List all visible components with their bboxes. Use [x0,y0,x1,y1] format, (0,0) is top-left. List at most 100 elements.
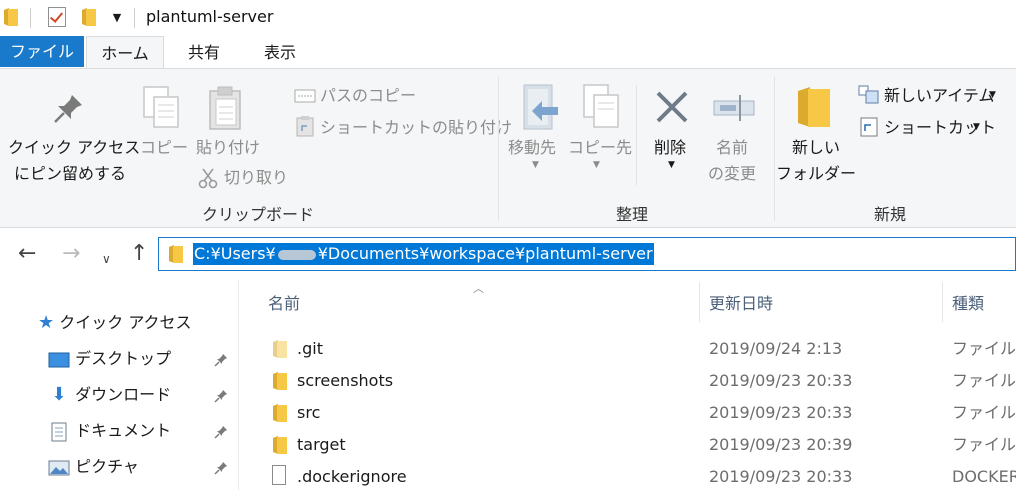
nav-documents[interactable]: ドキュメント [48,416,171,446]
nav-quick-access[interactable]: ★ クイック アクセス [38,308,192,338]
table-row[interactable]: src 2019/09/23 20:33 ファイル フ [239,397,1016,429]
new-folder-icon[interactable] [82,8,96,26]
delete-icon [656,91,688,123]
folder-icon [169,245,183,263]
rename-label-line2: の変更 [708,164,757,183]
scissors-icon [198,168,218,189]
table-row[interactable]: target 2019/09/23 20:39 ファイル フ [239,429,1016,461]
navigation-pane: ★ クイック アクセス デスクトップ ⬇ ダウンロード ドキュメント ピクチャ [0,280,238,490]
file-date: 2019/09/24 2:13 [709,339,843,358]
separator [134,8,135,28]
shortcut-icon [860,117,878,137]
column-header-name[interactable]: 名前 [268,290,300,314]
tab-view[interactable]: 表示 [250,36,310,69]
dropdown-arrow-icon: ▼ [593,160,600,170]
column-header-type[interactable]: 種類 [952,290,984,314]
rename-label-line1: 名前 [716,138,749,157]
dropdown-arrow-icon: ▼ [989,90,996,100]
copy-label: コピー [140,138,189,157]
dropdown-arrow-icon: ▼ [668,160,675,170]
paste-label: 貼り付け [196,138,261,157]
nav-pictures-label: ピクチャ [75,457,139,476]
column-separator[interactable] [942,282,943,322]
redacted-username [277,249,316,260]
recent-locations-chevron-icon[interactable]: ∨ [102,248,111,270]
address-suffix: ¥Documents¥workspace¥plantuml-server [317,244,653,263]
copy-path-label: パスのコピー [320,86,417,105]
copy-to-label: コピー先 [568,138,633,157]
documents-icon [51,422,67,441]
copy-icon [143,86,179,128]
pin-icon [54,95,82,123]
nav-downloads[interactable]: ⬇ ダウンロード [48,380,171,410]
nav-desktop[interactable]: デスクトップ [48,344,171,374]
nav-quick-access-label: クイック アクセス [59,313,192,332]
dropdown-arrow-icon: ▼ [973,122,980,132]
title-bar: ▼ plantuml-server [0,0,1016,36]
address-bar[interactable]: C:¥Users¥ ¥Documents¥workspace¥plantuml-s… [158,237,1016,271]
separator [636,85,637,185]
pin-icon[interactable] [214,353,228,367]
table-row[interactable]: screenshots 2019/09/23 20:33 ファイル フ [239,365,1016,397]
column-header-date[interactable]: 更新日時 [709,290,773,314]
file-name: screenshots [297,371,394,390]
move-to-icon [523,84,558,130]
sort-ascending-icon: ︿ [473,282,484,295]
clipboard-group-label: クリップボード [202,205,315,224]
cut-label: 切り取り [224,168,289,187]
desktop-icon [48,352,70,367]
file-icon [272,465,286,485]
star-icon: ★ [38,312,55,333]
file-name: .git [297,339,323,358]
forward-arrow-icon[interactable]: → [62,243,80,265]
tab-file[interactable]: ファイル [0,36,84,67]
back-arrow-icon[interactable]: ← [18,243,36,265]
paste-shortcut-icon [296,116,314,137]
pictures-icon [48,460,70,475]
folder-icon [273,372,287,390]
dropdown-arrow-icon: ▼ [532,160,539,170]
new-folder-label-line1: 新しい [791,138,840,157]
nav-downloads-label: ダウンロード [75,385,172,404]
folder-icon[interactable] [4,8,18,26]
folder-icon [273,436,287,454]
pin-icon[interactable] [214,461,228,475]
address-path[interactable]: C:¥Users¥ ¥Documents¥workspace¥plantuml-s… [193,243,654,265]
separator [30,8,31,28]
properties-icon[interactable] [48,7,66,27]
new-folder-label-line2: フォルダー [776,164,857,183]
file-name: .dockerignore [297,467,407,486]
ribbon-tabs: ファイル ホーム 共有 表示 [0,36,1016,69]
file-type: ファイル フ [952,403,1016,422]
ribbon: クイック アクセス にピン留めする コピー 貼り付け パスのコピー ショートカッ… [0,68,1016,228]
copy-to-icon [583,84,619,128]
organize-group-label: 整理 [616,205,649,224]
address-prefix: C:¥Users¥ [194,244,276,263]
up-arrow-icon[interactable]: ↑ [130,243,148,265]
table-row[interactable]: .git 2019/09/24 2:13 ファイル フ [239,333,1016,365]
new-folder-icon [798,87,830,127]
file-type: ファイル フ [952,371,1016,390]
pin-icon[interactable] [214,425,228,439]
new-item-icon [858,85,879,104]
new-item-label: 新しいアイテム [884,86,995,105]
file-date: 2019/09/23 20:33 [709,403,853,422]
folder-icon [273,404,287,422]
pin-icon[interactable] [214,389,228,403]
file-name: target [297,435,346,454]
column-separator[interactable] [699,282,700,322]
rename-icon [713,95,755,121]
table-row[interactable]: .dockerignore 2019/09/23 20:33 DOCKERI [239,461,1016,493]
tab-share[interactable]: 共有 [174,36,234,69]
file-type: ファイル フ [952,339,1016,358]
pin-label-line2: にピン留めする [13,164,126,183]
nav-pictures[interactable]: ピクチャ [48,452,139,482]
file-type: ファイル フ [952,435,1016,454]
download-arrow-icon: ⬇ [51,384,67,405]
file-date: 2019/09/23 20:39 [709,435,853,454]
customize-toolbar-dropdown-icon[interactable]: ▼ [110,9,124,27]
tab-home[interactable]: ホーム [86,36,164,69]
file-name: src [297,403,321,422]
file-list: ︿ 名前 更新日時 種類 .git 2019/09/24 2:13 ファイル フ… [238,280,1016,490]
group-separator [774,77,775,221]
